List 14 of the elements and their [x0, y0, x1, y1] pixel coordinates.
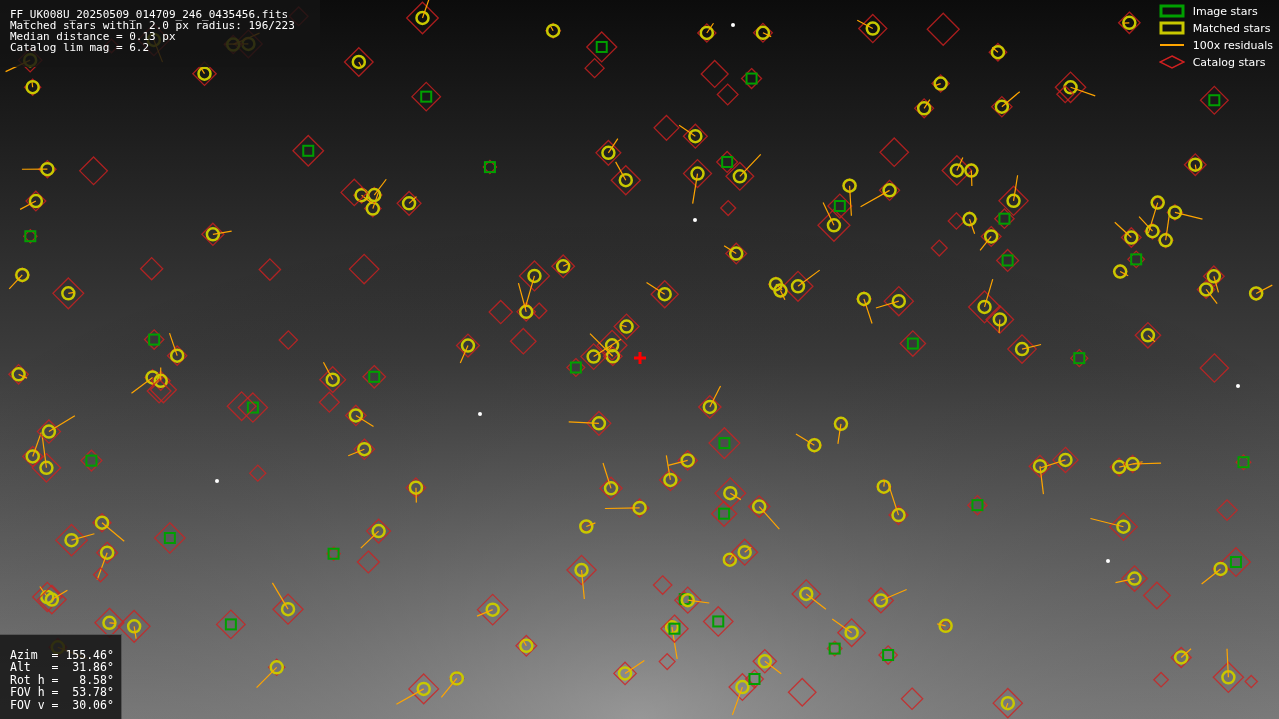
pointing-text: Alt = 31.86° — [10, 661, 114, 674]
pointing-text: FOV h = 53.78° — [10, 686, 114, 699]
pointing-text: Azim = 155.46° — [10, 648, 114, 661]
legend-label: Catalog stars — [1192, 55, 1266, 69]
legend-label: Image stars — [1192, 4, 1258, 18]
info-text: Catalog lim mag = 6.2 — [10, 42, 150, 53]
info-text: Median distance = 0.13 px — [10, 31, 176, 42]
info-text: FF_UK008U_20250509_014709_246_0435456.fits — [10, 9, 289, 20]
legend-label: Matched stars — [1192, 21, 1271, 35]
pointing-text: FOV v = 30.06° — [10, 698, 114, 711]
legend-label: 100x residuals — [1192, 38, 1273, 52]
info-text: Matched stars within 2.0 px radius: 196/223 — [10, 20, 295, 31]
cross-marker-icon — [632, 350, 648, 366]
pointing-text: Rot h = 8.58° — [10, 673, 114, 686]
